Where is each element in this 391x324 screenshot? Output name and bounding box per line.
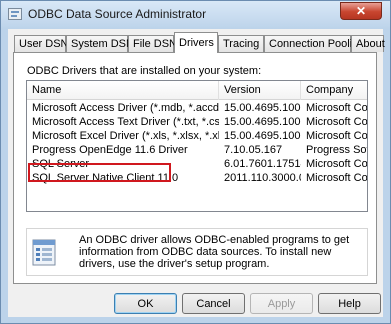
tab-user-dsn[interactable]: User DSN [14,35,69,52]
odbc-admin-window: ODBC Data Source Administrator ✕ User DS… [0,0,391,324]
driver-company: Microsoft Corpo [306,116,367,128]
driver-version: 7.10.05.167 [224,144,283,156]
driver-company: Progress Softwa [306,144,367,156]
ok-button[interactable]: OK [114,293,177,314]
driver-name: Microsoft Access Driver (*.mdb, *.accdb) [32,102,219,114]
odbc-admin-icon [8,8,22,20]
driver-name: Progress OpenEdge 11.6 Driver [32,144,188,156]
drivers-list[interactable]: Name Version Company Microsoft Access Dr… [26,80,368,212]
title-bar[interactable]: ODBC Data Source Administrator ✕ [1,1,390,29]
driver-company: Microsoft Corpo [306,172,367,184]
driver-company: Microsoft Corpo [306,102,367,114]
driver-version: 6.01.7601.17514 [224,158,301,170]
driver-name: Microsoft Excel Driver (*.xls, *.xlsx, *… [32,130,219,142]
tab-system-dsn[interactable]: System DSN [66,35,134,52]
close-button[interactable]: ✕ [340,2,382,20]
column-header-company[interactable]: Company [301,81,367,100]
table-row[interactable]: Microsoft Excel Driver (*.xls, *.xlsx, *… [27,129,367,143]
help-button[interactable]: Help [318,293,381,314]
driver-company: Microsoft Corpo [306,130,367,142]
cancel-button[interactable]: Cancel [182,293,245,314]
driver-version: 15.00.4695.1000 [224,130,301,142]
driver-company: Microsoft Corpo [306,158,367,170]
column-header-version[interactable]: Version [219,81,301,100]
tab-connection-pooling[interactable]: Connection Pooling [264,35,364,52]
highlight-progress-openedge-row [28,163,171,182]
window-title: ODBC Data Source Administrator [28,7,207,21]
table-row[interactable]: Microsoft Access Driver (*.mdb, *.accdb)… [27,101,367,115]
close-icon: ✕ [355,4,367,18]
driver-info-icon [32,239,58,267]
apply-button[interactable]: Apply [250,293,313,314]
table-row[interactable]: Progress OpenEdge 11.6 Driver 7.10.05.16… [27,143,367,157]
driver-version: 15.00.4695.1000 [224,102,301,114]
column-header-name[interactable]: Name [27,81,219,100]
driver-name: Microsoft Access Text Driver (*.txt, *.c… [32,116,219,128]
tab-about[interactable]: About [351,35,385,52]
tab-drivers[interactable]: Drivers [174,32,218,53]
tab-tracing[interactable]: Tracing [218,35,264,52]
tab-file-dsn[interactable]: File DSN [128,35,177,52]
driver-version: 15.00.4695.1000 [224,116,301,128]
drivers-list-header: Name Version Company [27,81,367,100]
drivers-info-text: An ODBC driver allows ODBC-enabled progr… [79,234,350,270]
table-row[interactable]: Microsoft Access Text Driver (*.txt, *.c… [27,115,367,129]
dialog-client-area: User DSN System DSN File DSN Drivers Tra… [8,29,385,317]
driver-version: 2011.110.3000.00 [224,172,301,184]
drivers-list-label: ODBC Drivers that are installed on your … [27,65,262,77]
